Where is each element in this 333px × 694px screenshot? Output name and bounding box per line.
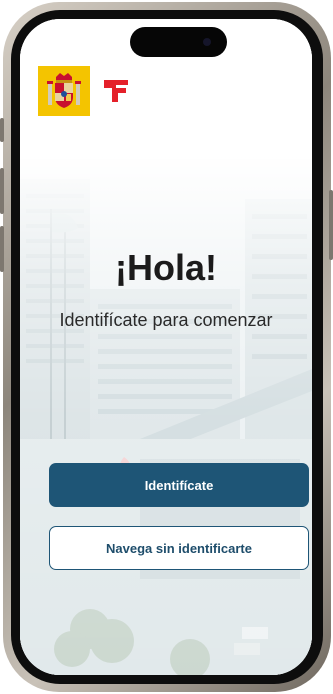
identify-button[interactable]: Identifícate	[49, 463, 309, 507]
background-fade-overlay	[20, 19, 312, 675]
power-button	[329, 190, 333, 260]
spain-coat-of-arms-icon	[38, 66, 90, 116]
greeting-heading: ¡Hola!	[115, 247, 217, 288]
action-button	[0, 118, 4, 142]
dgt-logo-icon	[104, 80, 128, 102]
app-screen: ¡Hola! Identifícate para comenzar Identi…	[20, 19, 312, 675]
browse-without-login-button[interactable]: Navega sin identificarte	[49, 526, 309, 570]
subtitle-text: Identifícate para comenzar	[59, 310, 273, 330]
dynamic-island	[130, 27, 227, 57]
header-logos	[38, 66, 128, 116]
front-camera-icon	[203, 38, 211, 46]
volume-down-button	[0, 226, 4, 272]
volume-up-button	[0, 168, 4, 214]
